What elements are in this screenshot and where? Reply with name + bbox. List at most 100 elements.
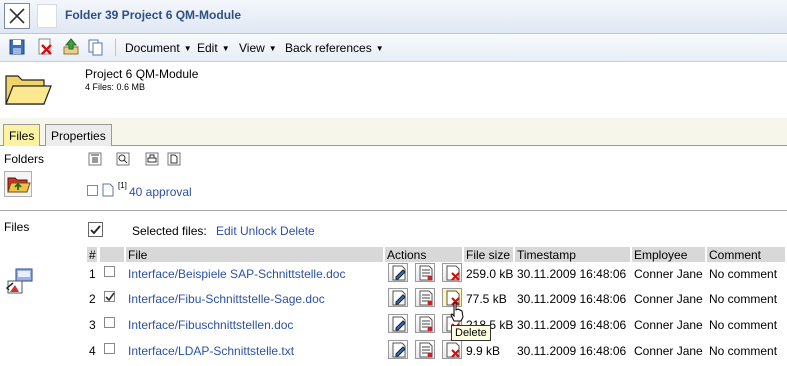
chevron-down-icon: ▼ <box>183 44 192 53</box>
file-size: 259.0 kB <box>466 267 514 281</box>
copy-icon[interactable] <box>87 38 105 56</box>
divider <box>0 145 787 146</box>
row-number: 4 <box>89 344 96 358</box>
row-number: 1 <box>89 267 96 281</box>
file-employee: Conner Jane <box>634 292 703 306</box>
menu-edit[interactable]: Edit ▼ <box>197 41 230 55</box>
selected-files-label: Selected files: <box>132 224 207 238</box>
row-checkbox[interactable] <box>104 291 115 302</box>
file-timestamp: 30.11.2009 16:48:06 <box>517 318 627 332</box>
unlock-action-button[interactable] <box>415 263 435 282</box>
menu-view[interactable]: View ▼ <box>239 41 277 55</box>
tooltip: Delete <box>451 325 491 341</box>
check-icon <box>105 292 115 302</box>
file-employee: Conner Jane <box>634 267 703 281</box>
edit-action-button[interactable] <box>388 340 408 359</box>
select-all-checkbox[interactable] <box>88 222 103 237</box>
files-label: Files <box>4 220 30 234</box>
edit-icon <box>392 316 406 332</box>
edit-action-button[interactable] <box>388 263 408 282</box>
unlock-icon <box>419 290 433 306</box>
file-employee: Conner Jane <box>634 344 703 358</box>
chevron-down-icon: ▼ <box>268 44 277 53</box>
row-checkbox[interactable] <box>104 317 115 328</box>
menu-document[interactable]: Document ▼ <box>125 41 192 55</box>
file-upload-icon[interactable] <box>4 267 36 297</box>
file-timestamp: 30.11.2009 16:48:06 <box>517 344 627 358</box>
unlock-action-button[interactable] <box>415 288 435 307</box>
check-icon <box>90 225 101 235</box>
unlock-icon <box>419 265 433 281</box>
row-checkbox[interactable] <box>104 343 115 354</box>
folder-icon <box>5 75 52 105</box>
file-link[interactable]: Interface/Fibu-Schnittstelle-Sage.doc <box>128 292 325 306</box>
title-blank-box <box>37 4 57 28</box>
edit-icon <box>392 290 406 306</box>
file-comment: No comment <box>709 292 778 306</box>
divider <box>0 210 787 211</box>
folder-up-icon <box>7 177 31 193</box>
col-header-actions: Actions <box>385 247 462 262</box>
file-comment: No comment <box>709 267 778 281</box>
col-header-timestamp[interactable]: Timestamp <box>515 247 630 262</box>
document-icon <box>102 183 114 197</box>
tab-band <box>0 118 787 146</box>
file-timestamp: 30.11.2009 16:48:06 <box>517 267 627 281</box>
selected-files-actions[interactable]: Edit Unlock Delete <box>216 224 315 238</box>
window-title: Folder 39 Project 6 QM-Module <box>65 8 242 22</box>
folder-up-button[interactable] <box>4 171 32 197</box>
delete-action-button[interactable] <box>442 263 462 282</box>
align-top-icon[interactable] <box>88 152 102 166</box>
edit-action-button[interactable] <box>388 314 408 333</box>
unlock-icon <box>419 342 433 358</box>
col-header-check <box>100 247 124 262</box>
file-link[interactable]: Interface/Fibuschnittstellen.doc <box>128 318 293 332</box>
folders-label: Folders <box>4 152 45 166</box>
file-comment: No comment <box>709 344 778 358</box>
edit-action-button[interactable] <box>388 288 408 307</box>
file-comment: No comment <box>709 318 778 332</box>
tab-properties[interactable]: Properties <box>45 124 112 146</box>
file-employee: Conner Jane <box>634 318 703 332</box>
file-timestamp: 30.11.2009 16:48:06 <box>517 292 627 306</box>
close-icon <box>9 8 25 24</box>
delete-icon <box>446 342 460 358</box>
row-checkbox[interactable] <box>104 266 115 277</box>
file-link[interactable]: Interface/LDAP-Schnittstelle.txt <box>128 344 294 358</box>
toolbar-separator <box>115 39 116 56</box>
delete-icon <box>446 265 460 281</box>
upload-icon[interactable] <box>62 38 80 56</box>
edit-icon <box>392 342 406 358</box>
folder-link[interactable]: 40 approval <box>129 185 192 199</box>
delete-icon[interactable] <box>36 38 54 56</box>
chevron-down-icon: ▼ <box>221 44 230 53</box>
search-icon[interactable] <box>116 152 130 166</box>
unlock-action-button[interactable] <box>415 340 435 359</box>
col-header-comment[interactable]: Comment <box>707 247 785 262</box>
delete-action-button[interactable] <box>442 340 462 359</box>
project-name: Project 6 QM-Module <box>85 67 199 81</box>
save-icon[interactable] <box>8 38 26 56</box>
print-icon[interactable] <box>145 152 159 166</box>
file-size: 77.5 kB <box>466 292 507 306</box>
page-icon[interactable] <box>167 152 181 166</box>
file-size: 9.9 kB <box>466 344 501 358</box>
toolbar: Document ▼ Edit ▼ View ▼ Back references ▼ <box>0 34 787 62</box>
project-summary: 4 Files: 0.6 MB <box>85 82 146 92</box>
col-header-employee[interactable]: Employee <box>632 247 705 262</box>
unlock-icon <box>419 316 433 332</box>
col-header-file[interactable]: File <box>126 247 383 262</box>
folder-checkbox[interactable] <box>87 185 98 196</box>
file-link[interactable]: Interface/Beispiele SAP-Schnittstelle.do… <box>128 267 345 281</box>
tab-files[interactable]: Files <box>3 124 41 146</box>
col-header-num: # <box>87 247 97 262</box>
col-header-size[interactable]: File size <box>464 247 513 262</box>
chevron-down-icon: ▼ <box>375 44 384 53</box>
close-button[interactable] <box>4 3 30 29</box>
row-number: 3 <box>89 318 96 332</box>
menu-back-references[interactable]: Back references ▼ <box>285 41 384 55</box>
row-number: 2 <box>89 292 96 306</box>
edit-icon <box>392 265 406 281</box>
hand-cursor-icon <box>450 302 464 322</box>
unlock-action-button[interactable] <box>415 314 435 333</box>
